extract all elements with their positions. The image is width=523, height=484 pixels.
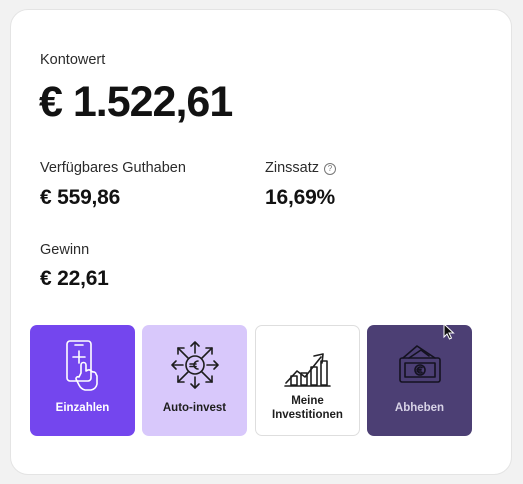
withdraw-button-label: Abheben [394, 402, 445, 414]
available-balance-label: Verfügbares Guthaben [40, 160, 186, 176]
available-balance-value: € 559,86 [40, 186, 121, 209]
cash-wallet-icon [395, 339, 445, 391]
my-investments-button-label: Meine Investitionen [272, 395, 343, 421]
profit-value: € 22,61 [40, 267, 109, 290]
account-value: € 1.522,61 [39, 78, 233, 126]
auto-invest-button[interactable]: Auto-invest [142, 325, 247, 436]
profit-label: Gewinn [40, 242, 90, 258]
auto-invest-button-label: Auto-invest [162, 402, 227, 414]
my-investments-button[interactable]: Meine Investitionen [255, 325, 360, 436]
phone-tap-plus-icon [61, 339, 105, 391]
withdraw-button[interactable]: Abheben [367, 325, 472, 436]
question-circle-icon[interactable]: ? [324, 163, 336, 175]
interest-rate-value: 16,69% [265, 186, 336, 209]
deposit-button-label: Einzahlen [55, 402, 110, 414]
interest-rate-label: Zinssatz? [265, 160, 336, 176]
euro-coin-arrows-icon [169, 339, 221, 391]
interest-rate-label-text: Zinssatz [265, 160, 319, 176]
mouse-cursor-icon [443, 322, 455, 345]
deposit-button[interactable]: Einzahlen [30, 325, 135, 436]
account-value-label: Kontowert [40, 52, 106, 68]
growth-chart-icon [283, 340, 333, 392]
